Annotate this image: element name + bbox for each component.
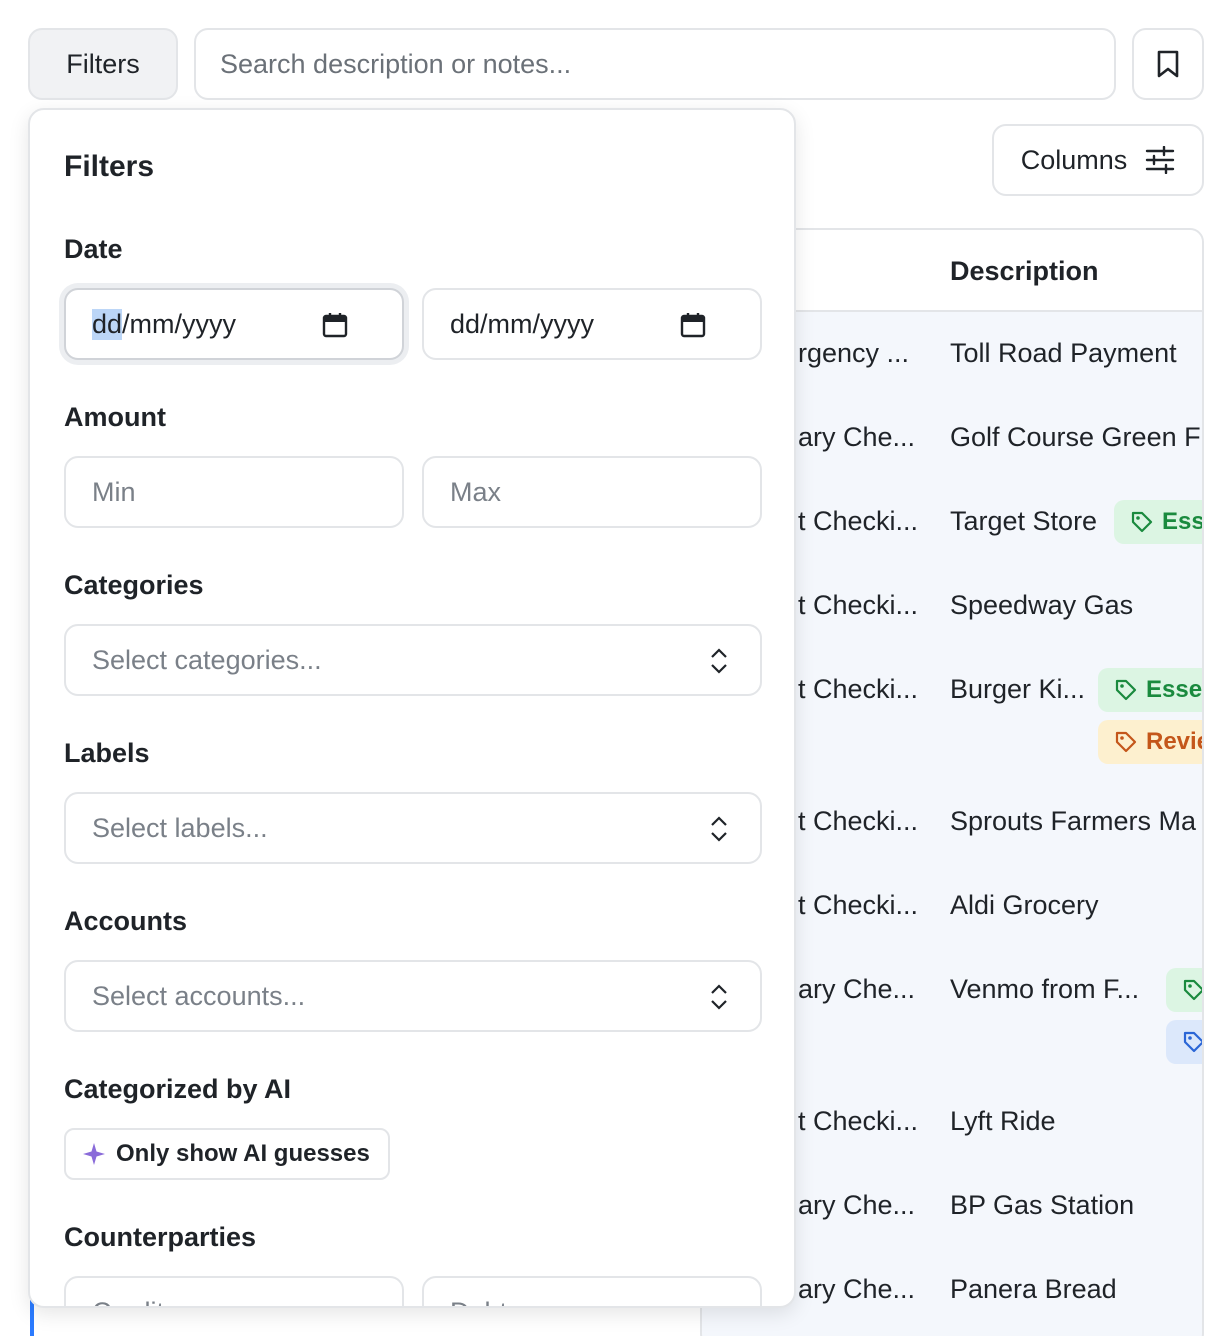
chevron-up-down-icon bbox=[711, 984, 727, 1010]
description-cell: BP Gas Station bbox=[950, 1190, 1135, 1220]
columns-button-label: Columns bbox=[1020, 144, 1128, 175]
sliders-icon bbox=[1146, 146, 1175, 174]
search-input[interactable]: Search description or notes... bbox=[194, 28, 1116, 100]
account-cell: ary Che... bbox=[798, 1190, 916, 1220]
description-cell: Burger Ki... bbox=[950, 674, 1086, 704]
calendar-icon[interactable] bbox=[680, 312, 706, 338]
label-tag-text: Revie bbox=[1146, 728, 1204, 755]
columns-button[interactable]: Columns bbox=[992, 124, 1204, 196]
categorized-by-ai-label: Categorized by AI bbox=[64, 1074, 292, 1104]
creditor-placeholder: Creditor name bbox=[92, 1297, 263, 1307]
account-cell: t Checki... bbox=[798, 1106, 919, 1136]
account-cell: t Checki... bbox=[798, 890, 919, 920]
date-from-day-segment[interactable]: dd bbox=[92, 308, 123, 340]
description-cell: Speedway Gas bbox=[950, 590, 1134, 620]
tag-icon bbox=[1115, 679, 1137, 701]
search-placeholder: Search description or notes... bbox=[220, 48, 572, 79]
bookmark-button[interactable] bbox=[1132, 28, 1204, 100]
debtor-name-input[interactable]: Debtor name bbox=[422, 1276, 762, 1307]
account-cell: ary Che... bbox=[798, 1274, 916, 1304]
filters-popover: Filters Date dd/mm/yyyy dd/mm/yyyy Amoun… bbox=[28, 108, 796, 1308]
description-cell: Venmo from F... bbox=[950, 974, 1140, 1004]
amount-max-placeholder: Max bbox=[450, 476, 502, 507]
chevron-up-down-icon bbox=[711, 816, 727, 842]
chevron-up-down-icon bbox=[711, 648, 727, 674]
amount-label: Amount bbox=[64, 402, 166, 432]
date-from-rest: /mm/yyyy bbox=[122, 308, 237, 339]
categories-label: Categories bbox=[64, 570, 204, 600]
account-cell: t Checki... bbox=[798, 506, 919, 536]
date-to-value: dd/mm/yyyy bbox=[450, 308, 595, 339]
labels-label: Labels bbox=[64, 738, 150, 768]
description-cell: Aldi Grocery bbox=[950, 890, 1099, 920]
label-tag[interactable]: Revie bbox=[1098, 720, 1204, 764]
date-label: Date bbox=[64, 234, 123, 264]
tag-icon bbox=[1131, 511, 1153, 533]
ai-guesses-label: Only show AI guesses bbox=[116, 1140, 370, 1167]
tag-icon bbox=[1115, 731, 1137, 753]
description-cell: Sprouts Farmers Ma bbox=[950, 806, 1197, 836]
sparkle-icon bbox=[83, 1143, 105, 1165]
tag-icon bbox=[1183, 1031, 1202, 1053]
labels-select[interactable]: Select labels... bbox=[64, 792, 762, 864]
label-tag[interactable]: Essen bbox=[1098, 668, 1203, 712]
filters-button[interactable]: Filters bbox=[28, 28, 178, 100]
description-cell: Toll Road Payment bbox=[950, 338, 1177, 368]
label-tag-text: Ess bbox=[1162, 508, 1204, 535]
account-cell: t Checki... bbox=[798, 590, 919, 620]
popover-title: Filters bbox=[64, 150, 155, 183]
filters-button-label: Filters bbox=[66, 48, 140, 79]
amount-min-placeholder: Min bbox=[92, 476, 136, 507]
accounts-label: Accounts bbox=[64, 906, 188, 936]
counterparties-label: Counterparties bbox=[64, 1222, 257, 1252]
label-tag[interactable] bbox=[1166, 968, 1202, 1012]
row-selection-accent bbox=[30, 1300, 34, 1336]
debtor-placeholder: Debtor name bbox=[450, 1297, 606, 1307]
date-from-input[interactable]: dd/mm/yyyy bbox=[64, 288, 404, 360]
amount-min-input[interactable]: Min bbox=[64, 456, 404, 528]
description-column-header[interactable]: Description bbox=[950, 256, 1099, 287]
account-cell: rgency ... bbox=[798, 338, 910, 368]
date-to-input[interactable]: dd/mm/yyyy bbox=[422, 288, 762, 360]
ai-guesses-toggle[interactable]: Only show AI guesses bbox=[64, 1128, 390, 1180]
categories-placeholder: Select categories... bbox=[92, 644, 322, 675]
categories-select[interactable]: Select categories... bbox=[64, 624, 762, 696]
description-cell: Panera Bread bbox=[950, 1274, 1117, 1304]
accounts-select[interactable]: Select accounts... bbox=[64, 960, 762, 1032]
label-tag[interactable] bbox=[1166, 1020, 1202, 1064]
description-cell: Golf Course Green F bbox=[950, 422, 1201, 452]
accounts-placeholder: Select accounts... bbox=[92, 980, 306, 1011]
account-cell: ary Che... bbox=[798, 422, 916, 452]
amount-max-input[interactable]: Max bbox=[422, 456, 762, 528]
account-cell: t Checki... bbox=[798, 674, 919, 704]
bookmark-icon bbox=[1157, 50, 1179, 78]
account-cell: t Checki... bbox=[798, 806, 919, 836]
calendar-icon[interactable] bbox=[322, 312, 348, 338]
label-tag-text: Essen bbox=[1146, 676, 1203, 703]
tag-icon bbox=[1183, 979, 1202, 1001]
description-cell: Target Store bbox=[950, 506, 1098, 536]
account-cell: ary Che... bbox=[798, 974, 916, 1004]
labels-placeholder: Select labels... bbox=[92, 812, 268, 843]
description-cell: Lyft Ride bbox=[950, 1106, 1056, 1136]
creditor-name-input[interactable]: Creditor name bbox=[64, 1276, 404, 1307]
label-tag[interactable]: Ess bbox=[1114, 500, 1204, 544]
